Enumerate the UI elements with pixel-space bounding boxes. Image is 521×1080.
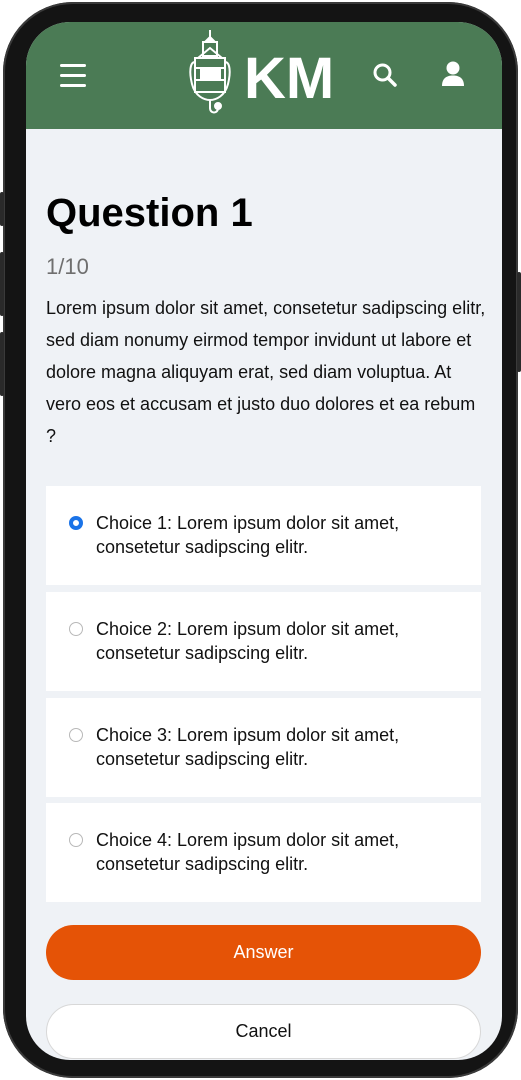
search-icon[interactable] [372, 62, 398, 88]
radio-selected-icon[interactable] [69, 516, 83, 530]
question-text: Lorem ipsum dolor sit amet, consetetur s… [46, 298, 486, 446]
radio-unselected-icon[interactable] [69, 833, 83, 847]
choice-label: Choice 3: Lorem ipsum dolor sit amet, co… [96, 725, 400, 769]
app-screen: KM Question 1 1/10 Lorem ipsum dolor sit… [26, 22, 502, 1060]
choice-label: Choice 4: Lorem ipsum dolor sit amet, co… [96, 830, 400, 874]
user-icon[interactable] [440, 60, 466, 88]
power-button [517, 272, 521, 372]
choice-option-4[interactable]: Choice 4: Lorem ipsum dolor sit amet, co… [46, 803, 481, 902]
choice-label: Choice 1: Lorem ipsum dolor sit amet, co… [96, 513, 400, 557]
choice-option-1[interactable]: Choice 1: Lorem ipsum dolor sit amet, co… [46, 486, 481, 585]
phone-frame: KM Question 1 1/10 Lorem ipsum dolor sit… [0, 2, 521, 1078]
volume-down-button [0, 332, 4, 396]
volume-up-button [0, 252, 4, 316]
choice-option-3[interactable]: Choice 3: Lorem ipsum dolor sit amet, co… [46, 698, 481, 797]
question-title: Question 1 [46, 191, 253, 235]
svg-text:KM: KM [244, 46, 334, 111]
app-header: KM [26, 22, 502, 129]
cancel-button[interactable]: Cancel [46, 1004, 481, 1059]
km-logo[interactable]: KM [186, 28, 346, 122]
mute-switch [0, 192, 4, 226]
answer-button[interactable]: Answer [46, 925, 481, 980]
tower-stethoscope-icon: KM [189, 30, 334, 114]
radio-unselected-icon[interactable] [69, 622, 83, 636]
question-counter: 1/10 [46, 254, 89, 279]
hamburger-menu-icon[interactable] [60, 64, 86, 87]
choice-option-2[interactable]: Choice 2: Lorem ipsum dolor sit amet, co… [46, 592, 481, 691]
radio-unselected-icon[interactable] [69, 728, 83, 742]
choice-label: Choice 2: Lorem ipsum dolor sit amet, co… [96, 619, 400, 663]
